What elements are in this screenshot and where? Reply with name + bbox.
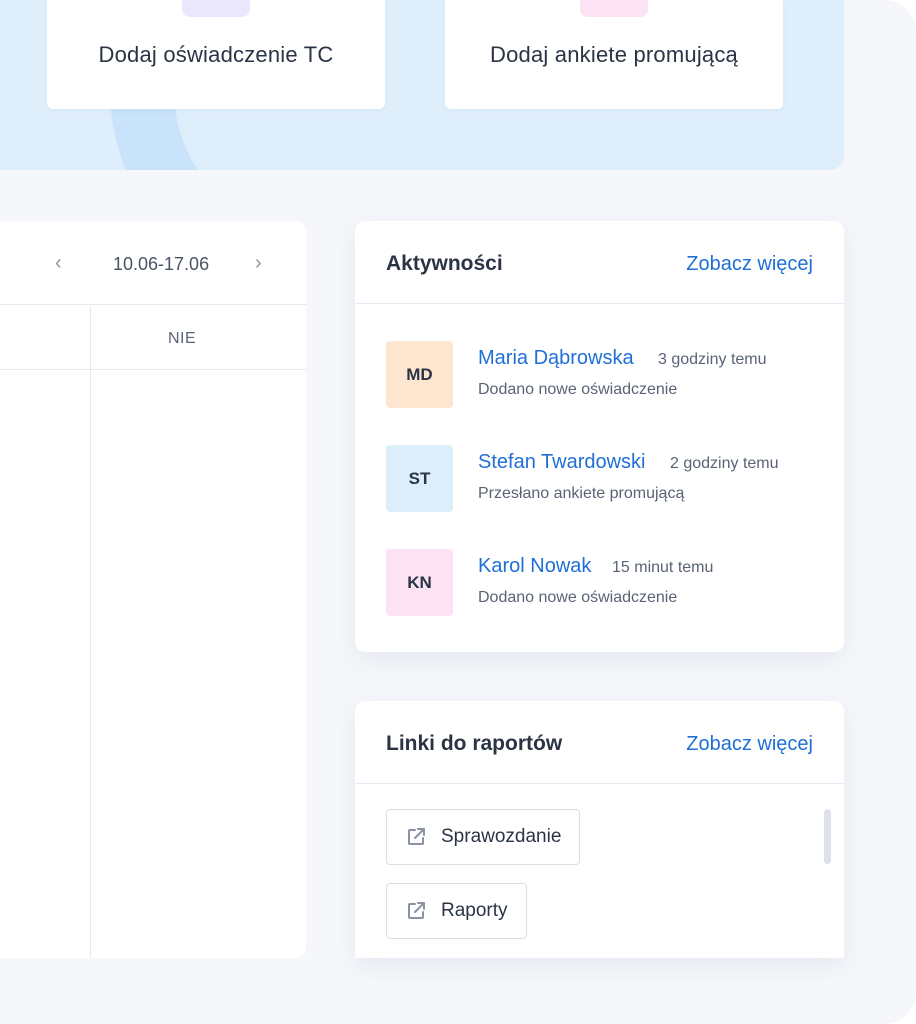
top-banner: Dodaj oświadczenie TC Dodaj ankiete prom… xyxy=(0,0,844,170)
reports-header: Linki do raportów Zobacz więcej xyxy=(355,701,844,784)
calendar-range: 10.06-17.06 xyxy=(113,254,210,274)
report-link-label: Raporty xyxy=(441,900,508,921)
activity-time: 15 minut temu xyxy=(612,559,714,576)
activities-see-more-link[interactable]: Zobacz więcej xyxy=(686,253,813,276)
activities-panel: Aktywności Zobacz więcej MD Maria Dąbrow… xyxy=(355,221,844,652)
activity-description: Dodano nowe oświadczenie xyxy=(478,381,678,398)
reports-panel: Linki do raportów Zobacz więcej Sprawozd… xyxy=(355,701,844,958)
report-link-raporty[interactable]: Raporty xyxy=(386,883,527,939)
activity-time: 3 godziny temu xyxy=(658,351,767,368)
external-link-icon xyxy=(405,900,427,922)
activity-user-link[interactable]: Karol Nowak xyxy=(478,555,591,578)
activity-description: Dodano nowe oświadczenie xyxy=(478,589,678,606)
report-link-label: Sprawozdanie xyxy=(441,826,562,847)
chevron-left-icon[interactable]: ‹ xyxy=(55,253,62,273)
add-tc-declaration-card[interactable]: Dodaj oświadczenie TC xyxy=(47,0,385,109)
add-promo-survey-card[interactable]: Dodaj ankiete promującą xyxy=(445,0,783,109)
avatar: KN xyxy=(386,549,453,616)
reports-scrollbar[interactable] xyxy=(824,809,831,864)
day-header-sunday: NIE xyxy=(168,330,197,347)
card-tab-decoration xyxy=(580,0,648,17)
activity-description: Przesłano ankiete promującą xyxy=(478,485,685,502)
add-promo-survey-label: Dodaj ankiete promującą xyxy=(490,41,738,67)
activity-user-link[interactable]: Stefan Twardowski xyxy=(478,451,646,474)
add-tc-declaration-label: Dodaj oświadczenie TC xyxy=(98,41,334,67)
calendar-column-divider xyxy=(90,306,91,958)
activity-item: MD Maria Dąbrowska 3 godziny temu Dodano… xyxy=(386,341,816,409)
calendar-header: NIE xyxy=(0,306,306,370)
avatar: MD xyxy=(386,341,453,408)
report-link-sprawozdanie[interactable]: Sprawozdanie xyxy=(386,809,581,865)
activity-item: KN Karol Nowak 15 minut temu Dodano nowe… xyxy=(386,549,816,617)
activity-item: ST Stefan Twardowski 2 godziny temu Prze… xyxy=(386,445,816,513)
reports-see-more-link[interactable]: Zobacz więcej xyxy=(686,733,813,756)
calendar-panel: ‹ 10.06-17.06 › NIE xyxy=(0,221,306,958)
page: Dodaj oświadczenie TC Dodaj ankiete prom… xyxy=(0,0,916,1024)
activities-header: Aktywności Zobacz więcej xyxy=(355,221,844,304)
activities-title: Aktywności xyxy=(386,252,503,275)
reports-title: Linki do raportów xyxy=(386,732,563,755)
activity-user-link[interactable]: Maria Dąbrowska xyxy=(478,347,634,370)
calendar-nav: ‹ 10.06-17.06 › xyxy=(0,221,306,305)
card-tab-decoration xyxy=(182,0,250,17)
activity-time: 2 godziny temu xyxy=(670,455,779,472)
external-link-icon xyxy=(405,826,427,848)
chevron-right-icon[interactable]: › xyxy=(255,253,262,273)
avatar: ST xyxy=(386,445,453,512)
